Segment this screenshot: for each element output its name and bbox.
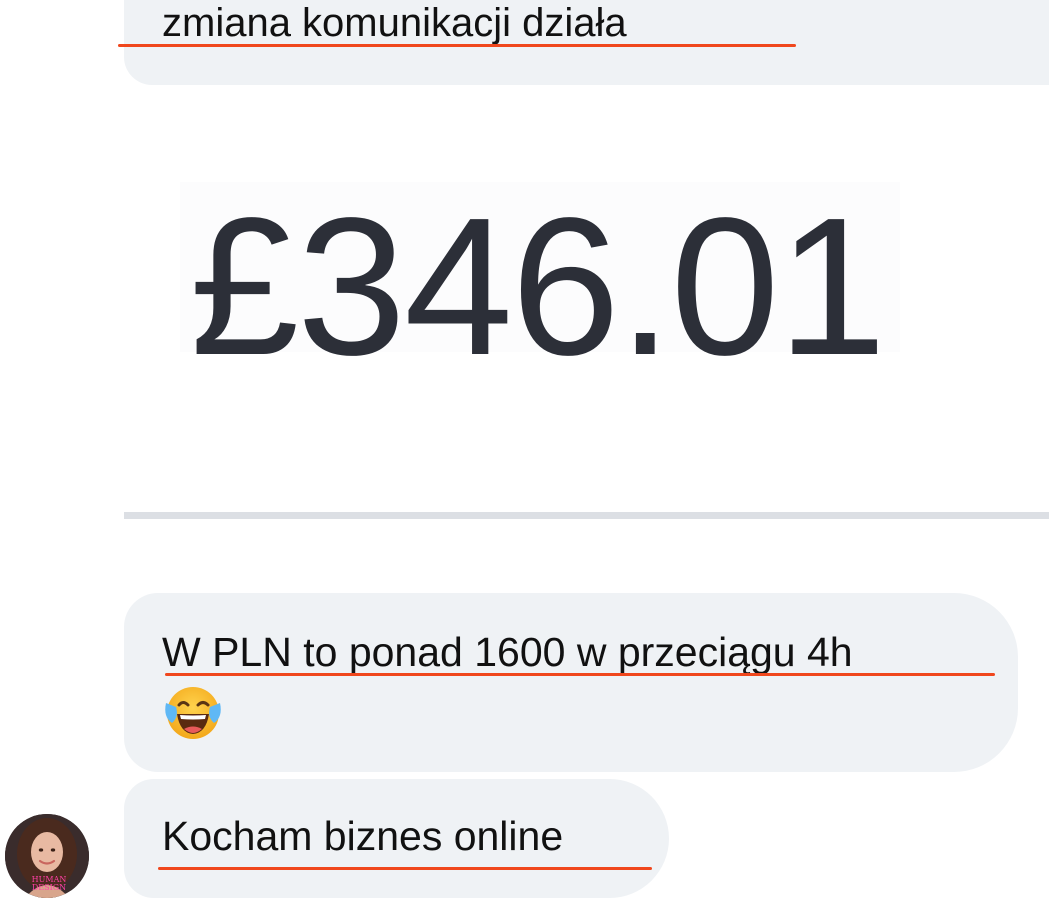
message-text: Kocham biznes online <box>162 813 564 859</box>
attachment-divider <box>124 512 1049 519</box>
highlight-underline <box>158 867 652 870</box>
message-text: W PLN to ponad 1600 w przeciągu 4h <box>162 629 853 675</box>
image-attachment[interactable]: £346.01 <box>124 92 1049 512</box>
chat-screen: zmiana komunikacji działa £346.01 W PLN … <box>0 0 1049 903</box>
highlight-underline <box>165 673 995 676</box>
message-bubble[interactable] <box>124 593 1018 772</box>
avatar[interactable]: HUMAN DESIGN <box>5 814 89 898</box>
highlight-underline <box>118 44 796 47</box>
message-text: zmiana komunikacji działa <box>162 1 627 45</box>
face-with-tears-of-joy-icon <box>162 683 224 743</box>
amount-value: £346.01 <box>190 177 886 396</box>
avatar-badge-line2: DESIGN <box>32 883 66 892</box>
